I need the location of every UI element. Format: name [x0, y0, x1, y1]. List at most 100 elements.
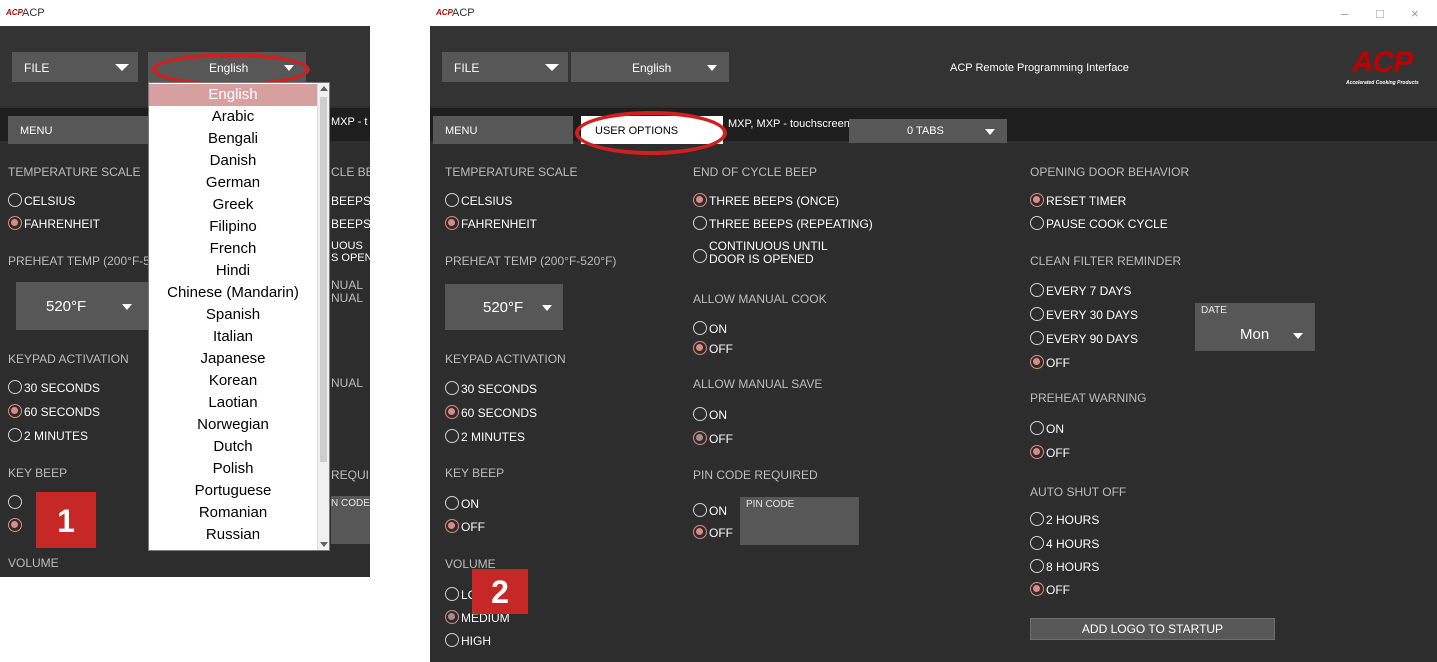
- add-logo-to-startup-button[interactable]: ADD LOGO TO STARTUP: [1030, 618, 1275, 640]
- language-option[interactable]: Arabic: [149, 106, 317, 128]
- close-button[interactable]: ×: [1411, 6, 1419, 21]
- allow-manual-save-title: ALLOW MANUAL SAVE: [693, 377, 823, 391]
- minimize-button[interactable]: –: [1341, 6, 1348, 21]
- language-option[interactable]: Japanese: [149, 348, 317, 370]
- highlight-ring-user-options: [575, 111, 727, 155]
- language-option[interactable]: Italian: [149, 326, 317, 348]
- language-option[interactable]: Spanish: [149, 304, 317, 326]
- option-label: ON: [1046, 422, 1064, 436]
- preheat-temp-dropdown[interactable]: 520°F: [445, 284, 563, 330]
- language-option[interactable]: Portuguese: [149, 480, 317, 502]
- preheat-temp-dropdown[interactable]: 520°F: [16, 282, 148, 330]
- language-option[interactable]: German: [149, 172, 317, 194]
- language-option[interactable]: Hindi: [149, 260, 317, 282]
- app-logo-icon: ACP: [436, 8, 453, 17]
- beeps-fragment-2: BEEPS: [331, 217, 370, 231]
- option-label: THREE BEEPS (ONCE): [709, 194, 840, 208]
- option-label: OFF: [709, 432, 733, 446]
- radio-selected-icon: [1030, 445, 1044, 459]
- radio-icon: [445, 193, 459, 207]
- title-bar: ACP ACP: [0, 0, 370, 26]
- radio-icon: [445, 496, 459, 510]
- menu-tab[interactable]: MENU: [8, 116, 148, 144]
- date-dropdown[interactable]: DATE Mon: [1195, 303, 1315, 351]
- menu-tab-label: MENU: [445, 125, 478, 137]
- option-label: HIGH: [461, 634, 491, 648]
- option-label: THREE BEEPS (REPEATING): [709, 217, 873, 231]
- language-list-scrollbar[interactable]: [317, 83, 329, 550]
- language-option[interactable]: Danish: [149, 150, 317, 172]
- tabs-dropdown[interactable]: 0 TABS: [849, 119, 1007, 143]
- radio-icon: [693, 321, 707, 335]
- language-option[interactable]: Laotian: [149, 392, 317, 414]
- option-label-line-2: DOOR IS OPENED: [709, 252, 814, 266]
- option-label: 60 SECONDS: [461, 406, 538, 420]
- radio-icon: [1030, 512, 1044, 526]
- language-option[interactable]: Romanian: [149, 502, 317, 524]
- radio-icon: [445, 587, 459, 601]
- radio-icon: [1030, 536, 1044, 550]
- option-label: 2 MINUTES: [461, 430, 526, 444]
- chevron-down-icon: [115, 64, 129, 71]
- continuous-fragment-1: UOUS: [331, 240, 363, 252]
- language-option[interactable]: Dutch: [149, 436, 317, 458]
- brand-logo-text: ACP: [1352, 46, 1413, 79]
- option-label: 2 HOURS: [1046, 513, 1100, 527]
- pin-code-fragment: N CODE: [331, 498, 370, 509]
- language-option[interactable]: French: [149, 238, 317, 260]
- option-label: ON: [709, 408, 727, 422]
- beeps-fragment-1: BEEPS: [331, 194, 370, 208]
- file-label: FILE: [454, 61, 480, 75]
- volume-title: VOLUME: [8, 556, 59, 570]
- option-label: 4 HOURS: [1046, 537, 1100, 551]
- language-option[interactable]: Bengali: [149, 128, 317, 150]
- option-label: CELSIUS: [24, 194, 76, 208]
- radio-icon: [1030, 307, 1044, 321]
- language-option[interactable]: Russian: [149, 524, 317, 546]
- menu-tab-label: MENU: [20, 125, 53, 137]
- allow-manual-cook-title: ALLOW MANUAL COOK: [693, 292, 827, 306]
- radio-icon: [693, 216, 707, 230]
- language-option[interactable]: Greek: [149, 194, 317, 216]
- radio-icon: [1030, 283, 1044, 297]
- pin-code-field[interactable]: PIN CODE: [740, 497, 859, 545]
- language-option[interactable]: Chinese (Mandarin): [149, 282, 317, 304]
- language-dropdown[interactable]: English: [571, 52, 729, 82]
- language-option[interactable]: Korean: [149, 370, 317, 392]
- manual-fragment-2: NUAL: [331, 291, 364, 305]
- radio-selected-icon: [693, 341, 707, 355]
- menu-tab[interactable]: MENU: [433, 116, 573, 144]
- scroll-up-icon[interactable]: [320, 86, 328, 91]
- option-label: EVERY 7 DAYS: [1046, 284, 1132, 298]
- language-option[interactable]: Filipino: [149, 216, 317, 238]
- cycle-fragment: CLE BE: [331, 165, 370, 179]
- auto-shut-off-title: AUTO SHUT OFF: [1030, 485, 1127, 499]
- language-option[interactable]: Polish: [149, 458, 317, 480]
- language-option[interactable]: Norwegian: [149, 414, 317, 436]
- chevron-down-icon: [545, 64, 559, 71]
- option-label: OFF: [461, 520, 485, 534]
- scroll-down-icon[interactable]: [320, 542, 328, 547]
- option-label: OFF: [1046, 583, 1070, 597]
- language-dropdown-list[interactable]: English Arabic Bengali Danish German Gre…: [148, 82, 330, 551]
- option-label: FAHRENHEIT: [24, 217, 101, 231]
- radio-selected-icon: [8, 404, 22, 418]
- file-dropdown[interactable]: FILE: [12, 52, 138, 82]
- app-logo-icon: ACP: [6, 8, 23, 17]
- file-dropdown[interactable]: FILE: [442, 52, 568, 82]
- pin-code-label: PIN CODE: [746, 499, 795, 510]
- radio-selected-icon: [693, 525, 707, 539]
- radio-icon: [8, 380, 22, 394]
- language-option[interactable]: English: [149, 84, 317, 106]
- acp-brand-logo: ACP Accelerated Cooking Products: [1346, 46, 1430, 88]
- radio-icon: [1030, 216, 1044, 230]
- option-label: ON: [709, 322, 727, 336]
- option-label: ON: [461, 497, 479, 511]
- radio-selected-icon: [445, 519, 459, 533]
- radio-selected-icon: [1030, 582, 1044, 596]
- model-fragment: MXP - t: [331, 116, 368, 128]
- radio-selected-icon: [445, 216, 459, 230]
- scroll-thumb[interactable]: [320, 97, 327, 462]
- radio-icon: [693, 249, 707, 263]
- maximize-button[interactable]: □: [1376, 6, 1384, 21]
